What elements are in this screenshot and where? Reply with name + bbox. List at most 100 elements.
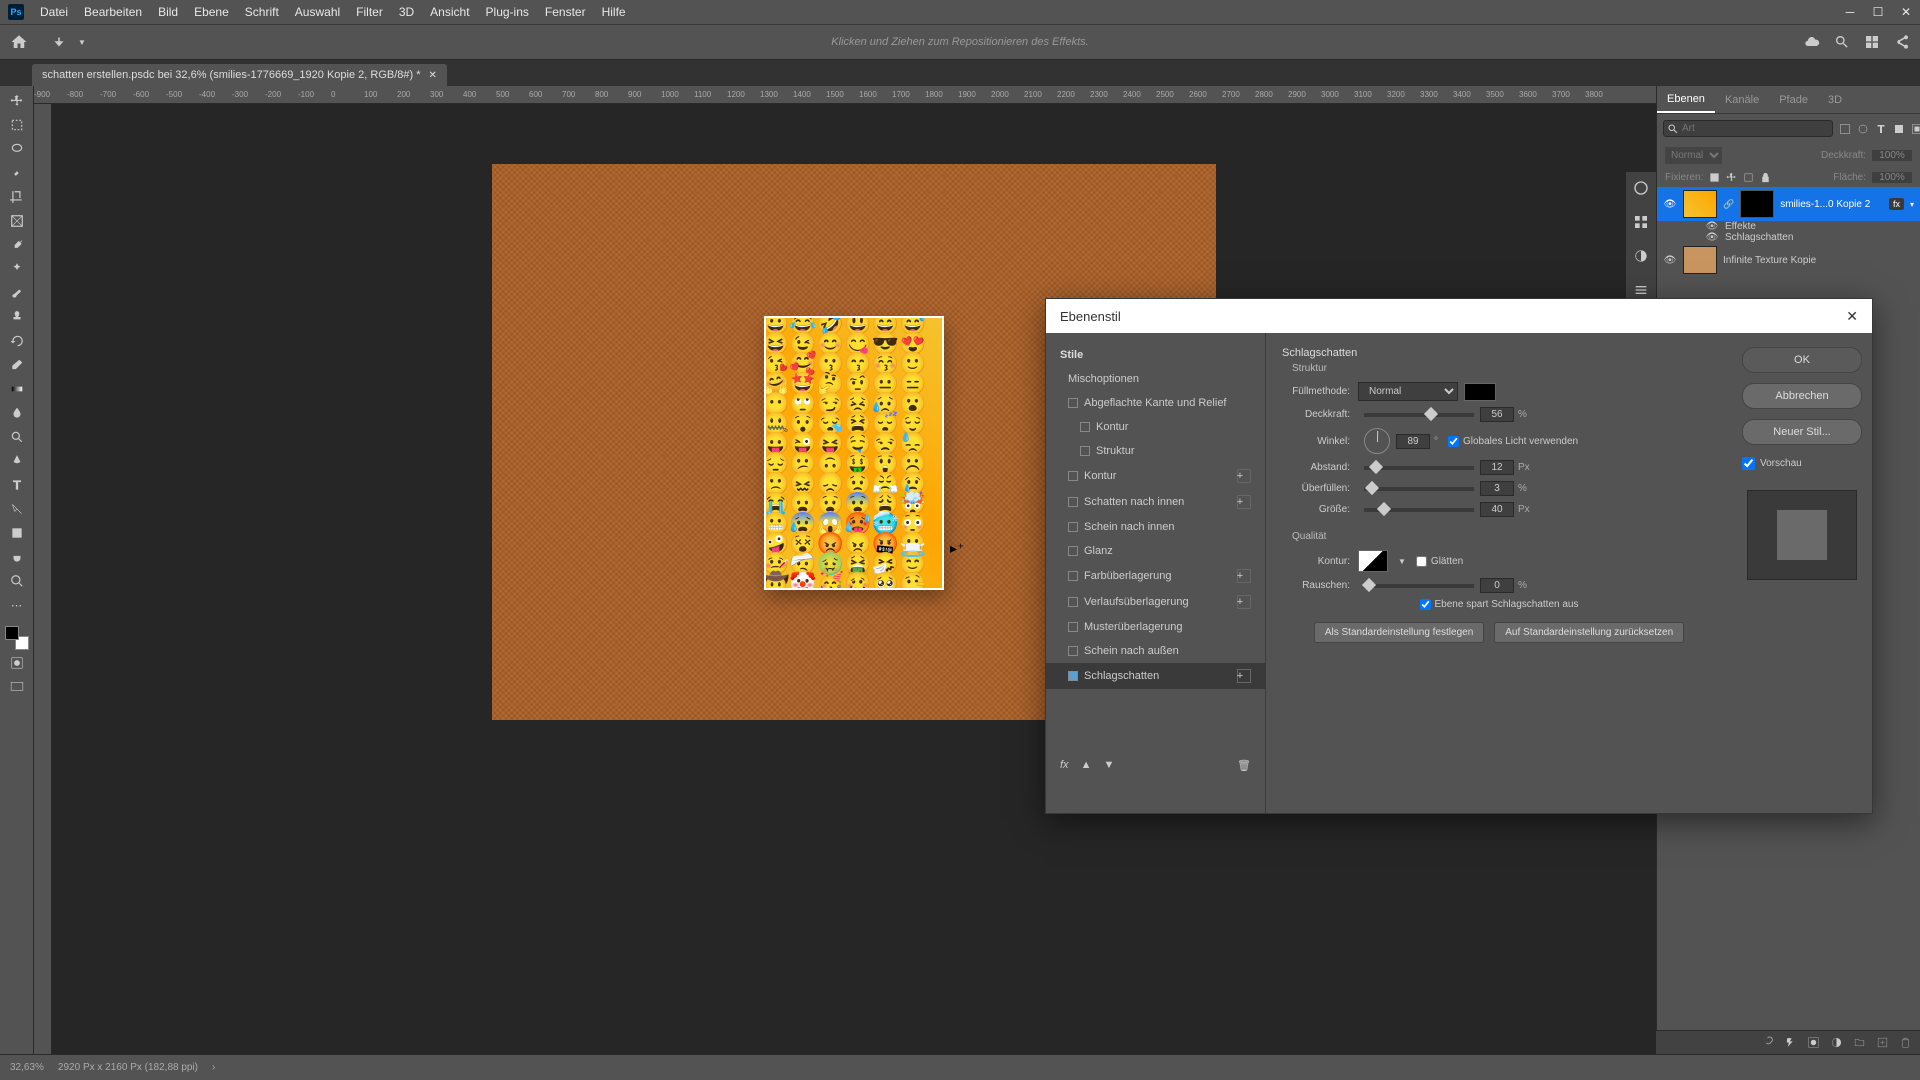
lasso-tool[interactable] [4,138,30,160]
fx-chevron-icon[interactable]: ▾ [1910,200,1914,209]
contour-picker[interactable] [1358,550,1388,572]
zoom-level[interactable]: 32,63% [10,1062,44,1073]
stamp-tool[interactable] [4,306,30,328]
tab-3d[interactable]: 3D [1818,86,1852,113]
share-icon[interactable] [1894,34,1910,50]
adjustments-panel-icon[interactable] [1633,248,1649,264]
ruler-vertical[interactable] [34,104,52,1054]
status-chevron-icon[interactable]: › [212,1062,215,1073]
pen-tool[interactable] [4,450,30,472]
adjustment-icon[interactable] [1830,1036,1843,1049]
move-up-icon[interactable]: ▲ [1081,759,1092,772]
distance-slider[interactable] [1364,466,1474,470]
opacity-input[interactable] [1872,150,1912,161]
menu-plugins[interactable]: Plug-ins [486,5,529,19]
menu-hilfe[interactable]: Hilfe [602,5,626,19]
new-style-button[interactable]: Neuer Stil... [1742,419,1862,445]
minimize-icon[interactable]: ─ [1844,5,1856,19]
style-drop-shadow[interactable]: Schlagschatten+ [1046,663,1265,689]
layer-effects-header[interactable]: 👁 Effekte [1657,221,1920,232]
menu-fenster[interactable]: Fenster [545,5,586,19]
layer-search-input[interactable] [1663,120,1833,137]
group-icon[interactable] [1853,1036,1866,1049]
antialias-checkbox[interactable]: Glätten [1416,556,1463,567]
style-bevel-texture[interactable]: Struktur [1046,439,1265,463]
filter-image-icon[interactable] [1839,123,1851,135]
history-brush-tool[interactable] [4,330,30,352]
emoji-layer[interactable] [764,316,944,590]
type-tool[interactable] [4,474,30,496]
path-tool[interactable] [4,498,30,520]
menu-ebene[interactable]: Ebene [194,5,229,19]
edit-toolbar[interactable]: ⋯ [4,594,30,616]
blur-tool[interactable] [4,402,30,424]
maximize-icon[interactable]: ☐ [1872,5,1884,19]
dialog-titlebar[interactable]: Ebenenstil ✕ [1046,299,1872,333]
frame-tool[interactable] [4,210,30,232]
fx-menu-icon[interactable]: fx [1060,759,1069,772]
opacity-slider[interactable] [1364,413,1474,417]
knockout-checkbox[interactable]: Ebene spart Schlagschatten aus [1420,599,1579,610]
document-tab[interactable]: schatten erstellen.psdc bei 32,6% (smili… [32,64,447,86]
filter-shape-icon[interactable] [1893,123,1905,135]
menu-auswahl[interactable]: Auswahl [295,5,340,19]
style-inner-shadow[interactable]: Schatten nach innen+ [1046,489,1265,515]
eyedropper-tool[interactable] [4,234,30,256]
tab-pfade[interactable]: Pfade [1769,86,1818,113]
global-light-checkbox[interactable]: Globales Licht verwenden [1448,436,1578,447]
lock-all-icon[interactable] [1760,172,1771,183]
mask-icon[interactable] [1807,1036,1820,1049]
filter-type-icon[interactable] [1875,123,1887,135]
heal-tool[interactable] [4,258,30,280]
dodge-tool[interactable] [4,426,30,448]
menu-filter[interactable]: Filter [356,5,383,19]
doc-dimensions[interactable]: 2920 Px x 2160 Px (182,88 ppi) [58,1062,198,1073]
screenmode-tool[interactable] [4,676,30,698]
size-slider[interactable] [1364,508,1474,512]
libraries-panel-icon[interactable] [1633,282,1649,298]
layer-name[interactable]: smilies-1...0 Kopie 2 [1780,199,1870,210]
fx-badge[interactable]: fx [1889,198,1904,210]
style-bevel-contour[interactable]: Kontur [1046,415,1265,439]
preview-checkbox[interactable]: Vorschau [1742,457,1862,470]
menu-3d[interactable]: 3D [399,5,414,19]
workspace-icon[interactable] [1864,34,1880,50]
quickmask-tool[interactable] [4,652,30,674]
make-default-button[interactable]: Als Standardeinstellung festlegen [1314,622,1484,643]
opacity-input[interactable] [1480,407,1514,422]
lock-position-icon[interactable] [1726,172,1737,183]
filter-smart-icon[interactable] [1911,123,1920,135]
cancel-button[interactable]: Abbrechen [1742,383,1862,409]
shadow-color-swatch[interactable] [1464,383,1496,401]
menu-datei[interactable]: Datei [40,5,68,19]
tool-dropdown-icon[interactable]: ▼ [78,38,86,47]
style-satin[interactable]: Glanz [1046,539,1265,563]
noise-slider[interactable] [1364,584,1474,588]
style-pattern-overlay[interactable]: Musterüberlagerung [1046,615,1265,639]
size-input[interactable] [1480,502,1514,517]
move-tool[interactable] [4,90,30,112]
ruler-horizontal[interactable]: -900-800-700-600-500-400-300-200-1000100… [34,86,1656,104]
add-icon[interactable]: + [1237,495,1251,509]
visibility-icon[interactable]: 👁 [1663,199,1677,210]
angle-input[interactable] [1396,434,1430,449]
blend-mode-select[interactable]: Normal [1665,147,1722,164]
layer-row-texture[interactable]: 👁 Infinite Texture Kopie [1657,243,1920,277]
cloud-icon[interactable] [1804,34,1820,50]
style-outer-glow[interactable]: Schein nach außen [1046,639,1265,663]
menu-bild[interactable]: Bild [158,5,178,19]
menu-ansicht[interactable]: Ansicht [430,5,469,19]
add-icon[interactable]: + [1237,469,1251,483]
menu-schrift[interactable]: Schrift [245,5,279,19]
home-icon[interactable] [10,33,28,51]
layer-mask-thumbnail[interactable] [1740,190,1774,218]
distance-input[interactable] [1480,460,1514,475]
visibility-icon[interactable]: 👁 [1705,221,1719,232]
style-gradient-overlay[interactable]: Verlaufsüberlagerung+ [1046,589,1265,615]
style-stroke[interactable]: Kontur+ [1046,463,1265,489]
menu-bearbeiten[interactable]: Bearbeiten [84,5,142,19]
layer-name[interactable]: Infinite Texture Kopie [1723,255,1816,266]
tab-close-icon[interactable]: ✕ [429,70,437,81]
zoom-tool[interactable] [4,570,30,592]
lock-pixels-icon[interactable] [1709,172,1720,183]
